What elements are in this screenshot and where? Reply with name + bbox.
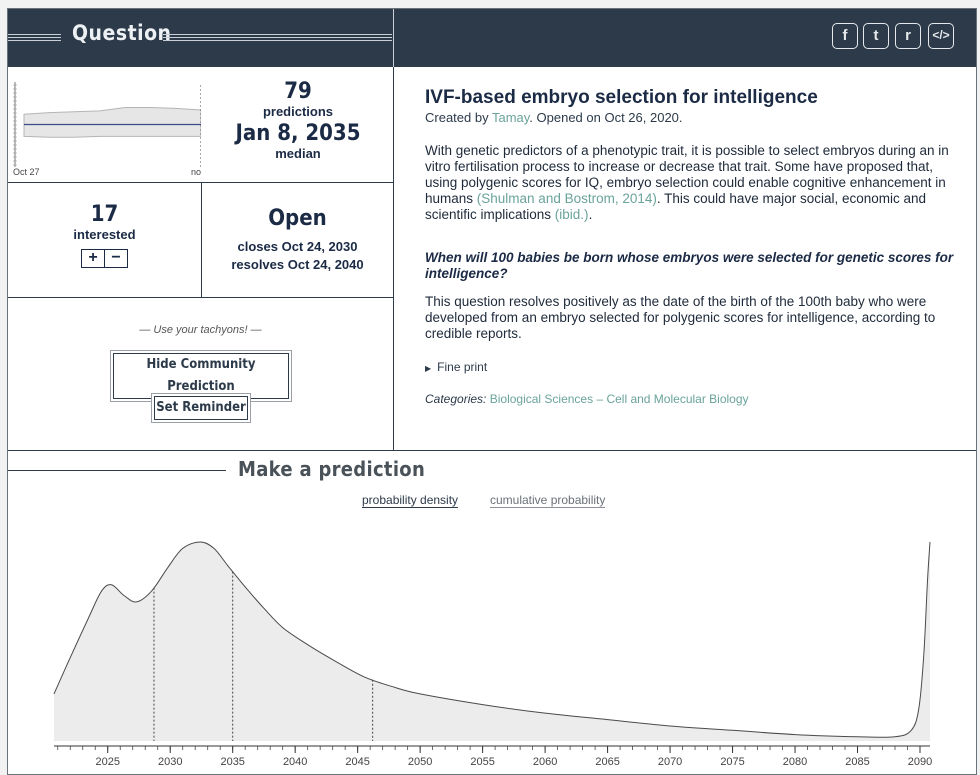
header-title: Question xyxy=(72,21,172,45)
mini-chart-end-label: now xyxy=(191,167,201,177)
x-tick-label-2090: 2090 xyxy=(908,756,932,768)
question-title: IVF-based embryo selection for intellige… xyxy=(425,87,818,108)
community-history-chart[interactable]: Oct 27 now xyxy=(8,67,201,183)
interested-label: interested xyxy=(73,227,136,242)
triangle-right-icon: ▶ xyxy=(425,364,432,373)
predictions-stat: 79 predictions Jan 8, 2035 median xyxy=(218,79,378,161)
question-header: Question f t r </> xyxy=(8,9,976,67)
mini-chart-start-label: Oct 27 xyxy=(13,167,40,177)
fine-print-label: Fine print xyxy=(437,360,488,374)
x-tick-label-2040: 2040 xyxy=(283,756,307,768)
closes-date: closes Oct 24, 2030 xyxy=(237,239,358,254)
x-tick-label-2065: 2065 xyxy=(595,756,619,768)
x-tick-label-2085: 2085 xyxy=(845,756,869,768)
x-tick-label-2025: 2025 xyxy=(95,756,119,768)
x-tick-label-2075: 2075 xyxy=(720,756,744,768)
plus-button[interactable]: + xyxy=(81,249,105,268)
hide-community-prediction-button[interactable]: Hide Community Prediction xyxy=(113,353,289,399)
mini-chart-band xyxy=(23,107,201,138)
set-reminder-button[interactable]: Set Reminder xyxy=(154,396,248,420)
opened-date: . Opened on Oct 26, 2020. xyxy=(529,110,683,125)
header-decor-left xyxy=(8,34,61,41)
x-tick-label-2055: 2055 xyxy=(470,756,494,768)
categories: Categories: Biological Sciences – Cell a… xyxy=(425,392,749,406)
median-label: median xyxy=(275,146,321,161)
x-axis-ticks: 2025 2030 2035 2040 2045 2050 2055 2060 2065 2070… xyxy=(95,746,932,768)
question-background: With genetic predictors of a phenotypic … xyxy=(425,143,965,223)
interested-count: 17 xyxy=(90,202,119,227)
resolves-date: resolves Oct 24, 2040 xyxy=(231,257,364,272)
author-link[interactable]: Tamay xyxy=(492,110,529,125)
tab-cumulative-probability[interactable]: cumulative probability xyxy=(490,493,606,508)
minus-button[interactable]: − xyxy=(104,249,128,268)
status-label: Open xyxy=(268,206,327,231)
ibid-link[interactable]: (ibid.) xyxy=(555,207,589,222)
status-stat: Open closes Oct 24, 2030 resolves Oct 24… xyxy=(202,206,393,272)
predictions-label: predictions xyxy=(262,104,334,119)
x-tick-label-2035: 2035 xyxy=(220,756,244,768)
fine-print-toggle[interactable]: ▶ Fine print xyxy=(425,360,487,374)
x-tick-label-2045: 2045 xyxy=(345,756,369,768)
x-tick-label-2030: 2030 xyxy=(158,756,182,768)
interested-stat: 17 interested + − xyxy=(8,202,201,268)
x-axis-minor-ticks xyxy=(57,746,921,750)
header-decor-middle xyxy=(163,34,392,41)
created-by-prefix: Created by xyxy=(425,110,492,125)
question-meta: Created by Tamay. Opened on Oct 26, 2020… xyxy=(425,110,683,125)
twitter-icon[interactable]: t xyxy=(863,23,889,49)
tachyons-hint: — Use your tachyons! — xyxy=(139,324,262,336)
x-tick-label-2060: 2060 xyxy=(533,756,557,768)
background-text-3: . xyxy=(588,207,593,222)
embed-icon[interactable]: </> xyxy=(928,23,954,49)
facebook-icon[interactable]: f xyxy=(832,23,858,49)
median-value: Jan 8, 2035 xyxy=(235,121,361,146)
x-tick-label-2050: 2050 xyxy=(408,756,432,768)
resolution-criteria: This question resolves positively as the… xyxy=(425,294,936,341)
shulman-bostrom-link[interactable]: (Shulman and Bostrom, 2014) xyxy=(477,191,657,206)
column-divider xyxy=(393,67,394,451)
question-text: When will 100 babies be born whose embry… xyxy=(425,250,954,281)
x-tick-label-2080: 2080 xyxy=(783,756,807,768)
x-tick-label-2070: 2070 xyxy=(658,756,682,768)
reddit-icon[interactable]: r xyxy=(895,23,921,49)
density-chart[interactable]: 2025 2030 2035 2040 2045 2050 2055 2060 2065 2070… xyxy=(8,509,977,775)
categories-label: Categories: xyxy=(425,392,487,406)
tab-probability-density[interactable]: probability density xyxy=(362,493,459,508)
interest-controls: + − xyxy=(8,249,201,268)
make-prediction-title: Make a prediction xyxy=(238,457,426,481)
predictions-count: 79 xyxy=(284,79,312,104)
question-page: Question f t r </> Oct 27 now 79 predict… xyxy=(7,8,977,775)
section-separator xyxy=(8,450,976,451)
header-divider xyxy=(393,9,394,67)
make-prediction-rule xyxy=(8,470,226,471)
mini-chart-ticks xyxy=(13,82,17,167)
grid-line-2 xyxy=(8,297,393,298)
category-link[interactable]: Biological Sciences – Cell and Molecular… xyxy=(490,392,749,406)
density-area xyxy=(54,541,930,741)
